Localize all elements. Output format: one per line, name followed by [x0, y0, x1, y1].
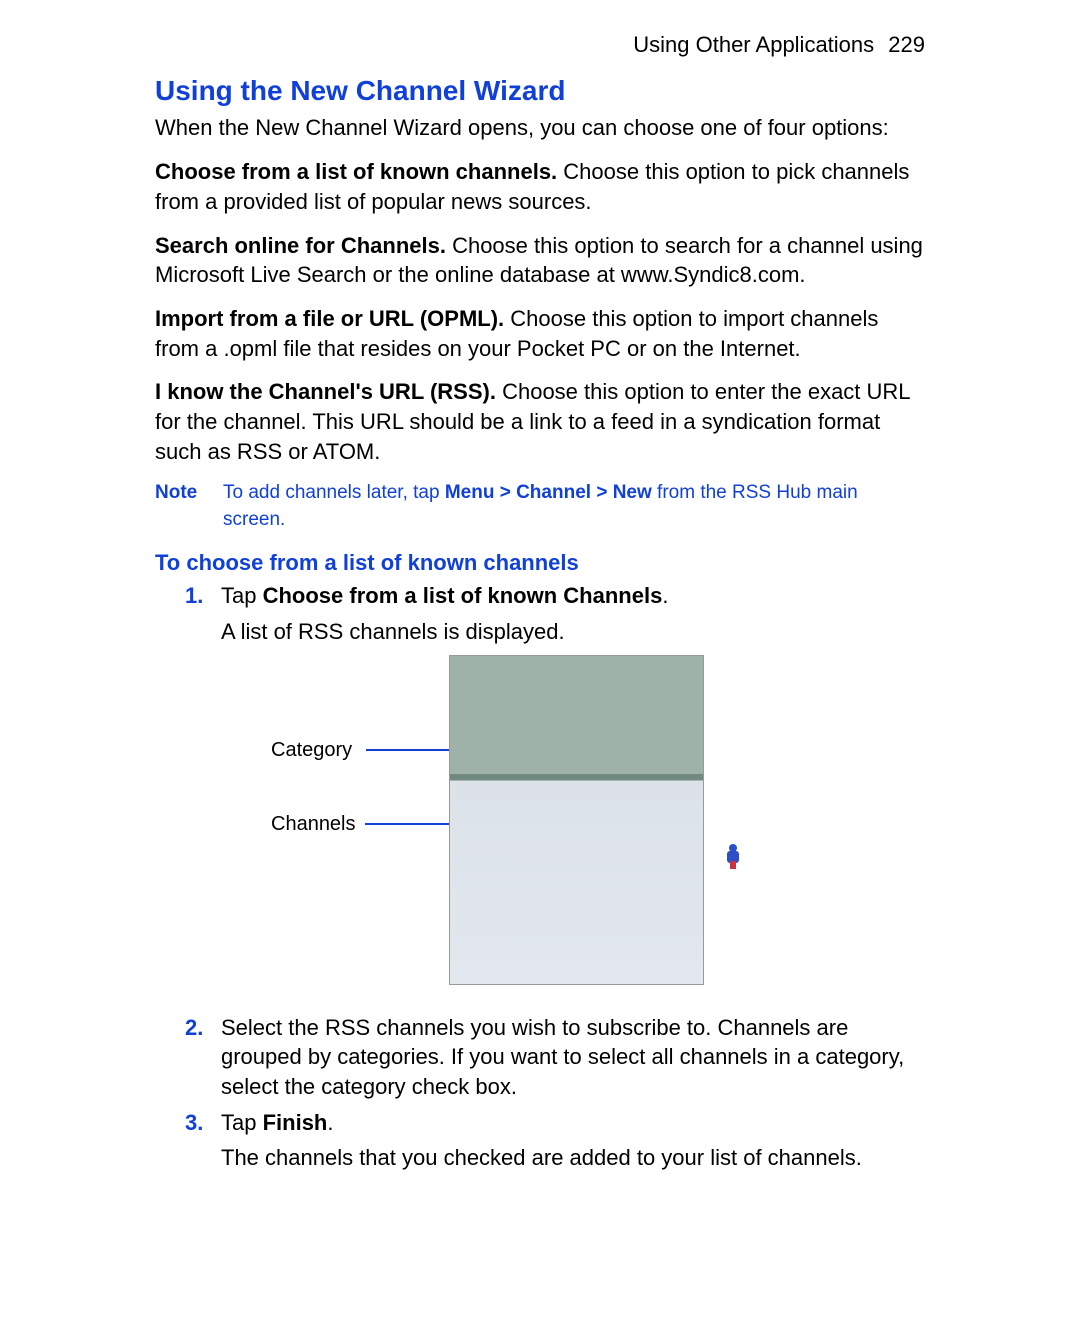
page-number: 229	[888, 32, 925, 57]
step-1-bold: Choose from a list of known Channels	[263, 583, 663, 608]
person-icon	[725, 844, 743, 870]
step-1-post: .	[662, 583, 668, 608]
option-2: Search online for Channels. Choose this …	[155, 231, 925, 290]
option-3: Import from a file or URL (OPML). Choose…	[155, 304, 925, 363]
page-title: Using the New Channel Wizard	[155, 72, 925, 110]
step-3: 3. Tap Finish. The channels that you che…	[185, 1108, 925, 1173]
option-2-label: Search online for Channels.	[155, 233, 446, 258]
note-block: Note To add channels later, tap Menu > C…	[155, 480, 925, 533]
note-body: To add channels later, tap Menu > Channe…	[223, 480, 925, 533]
subheading: To choose from a list of known channels	[155, 548, 925, 578]
option-1: Choose from a list of known channels. Ch…	[155, 157, 925, 216]
section-name: Using Other Applications	[633, 32, 874, 57]
step-3-post: .	[327, 1110, 333, 1135]
option-1-label: Choose from a list of known channels.	[155, 159, 557, 184]
callout-category-label: Category	[271, 737, 352, 764]
step-3-num: 3.	[185, 1108, 203, 1138]
figure-area: Category Channels	[221, 655, 925, 995]
step-3-pre: Tap	[221, 1110, 263, 1135]
option-4: I know the Channel's URL (RSS). Choose t…	[155, 377, 925, 466]
step-2-num: 2.	[185, 1013, 203, 1043]
screenshot-placeholder	[449, 655, 704, 985]
note-label: Note	[155, 480, 223, 533]
steps-list: 1. Tap Choose from a list of known Chann…	[155, 581, 925, 1173]
option-3-label: Import from a file or URL (OPML).	[155, 306, 504, 331]
step-2: 2. Select the RSS channels you wish to s…	[185, 1013, 925, 1102]
option-4-label: I know the Channel's URL (RSS).	[155, 379, 496, 404]
step-1-pre: Tap	[221, 583, 263, 608]
step-1-num: 1.	[185, 581, 203, 611]
step-3-bold: Finish	[263, 1110, 328, 1135]
note-bold: Menu > Channel > New	[445, 482, 652, 503]
page-header: Using Other Applications 229	[155, 30, 925, 60]
step-1-sub: A list of RSS channels is displayed.	[221, 617, 925, 647]
step-3-sub: The channels that you checked are added …	[221, 1143, 925, 1173]
callout-channels-label: Channels	[271, 811, 356, 838]
note-pre: To add channels later, tap	[223, 482, 445, 503]
step-1: 1. Tap Choose from a list of known Chann…	[185, 581, 925, 994]
intro-text: When the New Channel Wizard opens, you c…	[155, 113, 925, 143]
step-2-text: Select the RSS channels you wish to subs…	[221, 1015, 904, 1099]
